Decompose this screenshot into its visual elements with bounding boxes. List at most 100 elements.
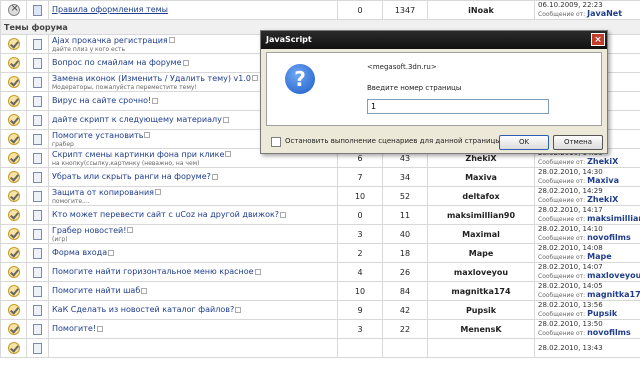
topic-row: Убрать или скрыть ранги на форуме? 7 34 Max…: [0, 167, 640, 187]
topic-author[interactable]: Maxiva: [427, 167, 535, 187]
topic-author[interactable]: Maximal: [427, 224, 535, 244]
topic-subtitle: помогите....: [52, 197, 90, 205]
replies-count: 7: [337, 167, 383, 187]
pages-icon[interactable]: [168, 37, 175, 43]
topic-doc-icon: [26, 129, 49, 149]
topic-author[interactable]: magnitka174: [427, 281, 535, 301]
stop-scripts-checkbox[interactable]: [271, 137, 281, 147]
last-post-by: Сообщение от: maksimillian90: [538, 214, 640, 224]
dialog-titlebar[interactable]: JavaScript ×: [261, 31, 607, 49]
pages-icon[interactable]: [252, 75, 259, 81]
pages-icon[interactable]: [154, 189, 161, 195]
pages-icon[interactable]: [182, 59, 189, 66]
topic-row: Защита от копирования помогите.... 10 52 del…: [0, 186, 640, 206]
topic-status-icon: [0, 262, 27, 282]
topic-status-icon: [0, 224, 27, 244]
close-icon[interactable]: ×: [591, 33, 605, 46]
stop-scripts-label: Остановить выполнение сценариев для данн…: [285, 137, 501, 145]
topic-title-link[interactable]: Форма входа: [52, 248, 334, 258]
topic-doc-icon: [26, 243, 49, 263]
views-count: 42: [382, 300, 428, 320]
topic-status-icon: [0, 338, 27, 358]
topic-doc-icon: [26, 110, 49, 130]
topic-author[interactable]: maksimillian90: [427, 205, 535, 225]
pages-icon[interactable]: [144, 132, 151, 138]
views-count: 1347: [382, 0, 428, 20]
topic-title-link[interactable]: Правила оформления темы: [52, 5, 334, 15]
topic-title-link[interactable]: Убрать или скрыть ранги на форуме?: [52, 172, 334, 182]
views-count: 34: [382, 167, 428, 187]
topic-title-cell: Помогите найти горизонтальное меню красн…: [48, 262, 338, 282]
pages-icon[interactable]: [108, 249, 115, 256]
topic-status-icon: [0, 243, 27, 263]
topic-status-icon: [0, 281, 27, 301]
topic-title-cell: Помогите найти шаб: [48, 281, 338, 301]
topic-doc-icon: [26, 205, 49, 225]
views-count: 26: [382, 262, 428, 282]
topic-author[interactable]: iNoak: [427, 0, 535, 20]
topic-doc-icon: [26, 281, 49, 301]
topic-doc-icon: [26, 319, 49, 339]
pages-icon[interactable]: [254, 268, 261, 275]
topic-author[interactable]: Mape: [427, 243, 535, 263]
topic-status-icon: [0, 148, 27, 168]
replies-count: 10: [337, 281, 383, 301]
topic-author[interactable]: [427, 338, 535, 358]
topic-title-link[interactable]: Помогите найти горизонтальное меню красн…: [52, 267, 334, 277]
last-post-by: Сообщение от: maxloveyou: [538, 271, 640, 281]
topic-title-cell: Кто может перевести сайт с uCoz на друго…: [48, 205, 338, 225]
topic-doc-icon: [26, 262, 49, 282]
topic-author[interactable]: deltafox: [427, 186, 535, 206]
last-post-cell: 28.02.2010, 14:30 Сообщение от: Maxiva: [534, 167, 640, 187]
topic-doc-icon: [26, 186, 49, 206]
last-post-date: 28.02.2010, 13:43: [538, 343, 603, 352]
pages-icon[interactable]: [97, 325, 104, 332]
pages-icon[interactable]: [235, 306, 242, 313]
pages-icon[interactable]: [141, 287, 148, 294]
topic-title-link[interactable]: КаК Сделать из новостей каталог файлов?: [52, 305, 334, 315]
cancel-button[interactable]: Отмена: [553, 135, 603, 150]
pages-icon[interactable]: [211, 173, 218, 180]
last-post-cell: 28.02.2010, 14:08 Сообщение от: Mape: [534, 243, 640, 263]
pages-icon[interactable]: [127, 227, 134, 233]
last-post-cell: 28.02.2010, 14:17 Сообщение от: maksimill…: [534, 205, 640, 225]
views-count: 22: [382, 319, 428, 339]
last-post-by: Сообщение от: novofilms: [538, 328, 631, 338]
topic-doc-icon: [26, 34, 49, 54]
topic-title-cell: Помогите!: [48, 319, 338, 339]
views-count: 11: [382, 205, 428, 225]
page-number-input[interactable]: [367, 99, 549, 114]
pages-icon[interactable]: [280, 211, 287, 218]
last-post-cell: 06.10.2009, 22:23 Сообщение от: JavaNet: [534, 0, 640, 20]
topic-author[interactable]: maxloveyou: [427, 262, 535, 282]
views-count: 40: [382, 224, 428, 244]
topic-status-icon: [0, 34, 27, 54]
topic-title-link[interactable]: Грабер новостей!: [52, 226, 334, 236]
topic-title-link[interactable]: Помогите!: [52, 324, 334, 334]
pages-icon[interactable]: [152, 97, 159, 104]
dialog-body: ? <megasoft.3dn.ru> Введите номер страни…: [266, 52, 602, 126]
pages-icon[interactable]: [222, 116, 229, 123]
topic-title-cell: Форма входа: [48, 243, 338, 263]
topic-doc-icon: [26, 91, 49, 111]
topic-author[interactable]: MenensK: [427, 319, 535, 339]
ok-button[interactable]: OK: [499, 135, 549, 150]
views-count: 18: [382, 243, 428, 263]
topic-status-icon: [0, 91, 27, 111]
closed-status-icon: [0, 0, 27, 20]
last-post-cell: 28.02.2010, 14:29 Сообщение от: ZhekiX: [534, 186, 640, 206]
topic-status-icon: [0, 186, 27, 206]
topic-doc-icon: [26, 0, 49, 20]
last-post-by: Сообщение от: ZhekiX: [538, 157, 619, 167]
topic-title-cell: Грабер новостей! (игр): [48, 224, 338, 244]
pages-icon[interactable]: [225, 151, 232, 157]
topic-title-cell: Убрать или скрыть ранги на форуме?: [48, 167, 338, 187]
topic-status-icon: [0, 205, 27, 225]
topic-author[interactable]: Pupsik: [427, 300, 535, 320]
topic-title-link[interactable]: Защита от копирования: [52, 188, 334, 198]
topic-title-link[interactable]: Помогите найти шаб: [52, 286, 334, 296]
replies-count: 3: [337, 319, 383, 339]
topic-title-link[interactable]: Кто может перевести сайт с uCoz на друго…: [52, 210, 334, 220]
topic-title-cell: Защита от копирования помогите....: [48, 186, 338, 206]
last-post-by: Сообщение от: ZhekiX: [538, 195, 619, 205]
